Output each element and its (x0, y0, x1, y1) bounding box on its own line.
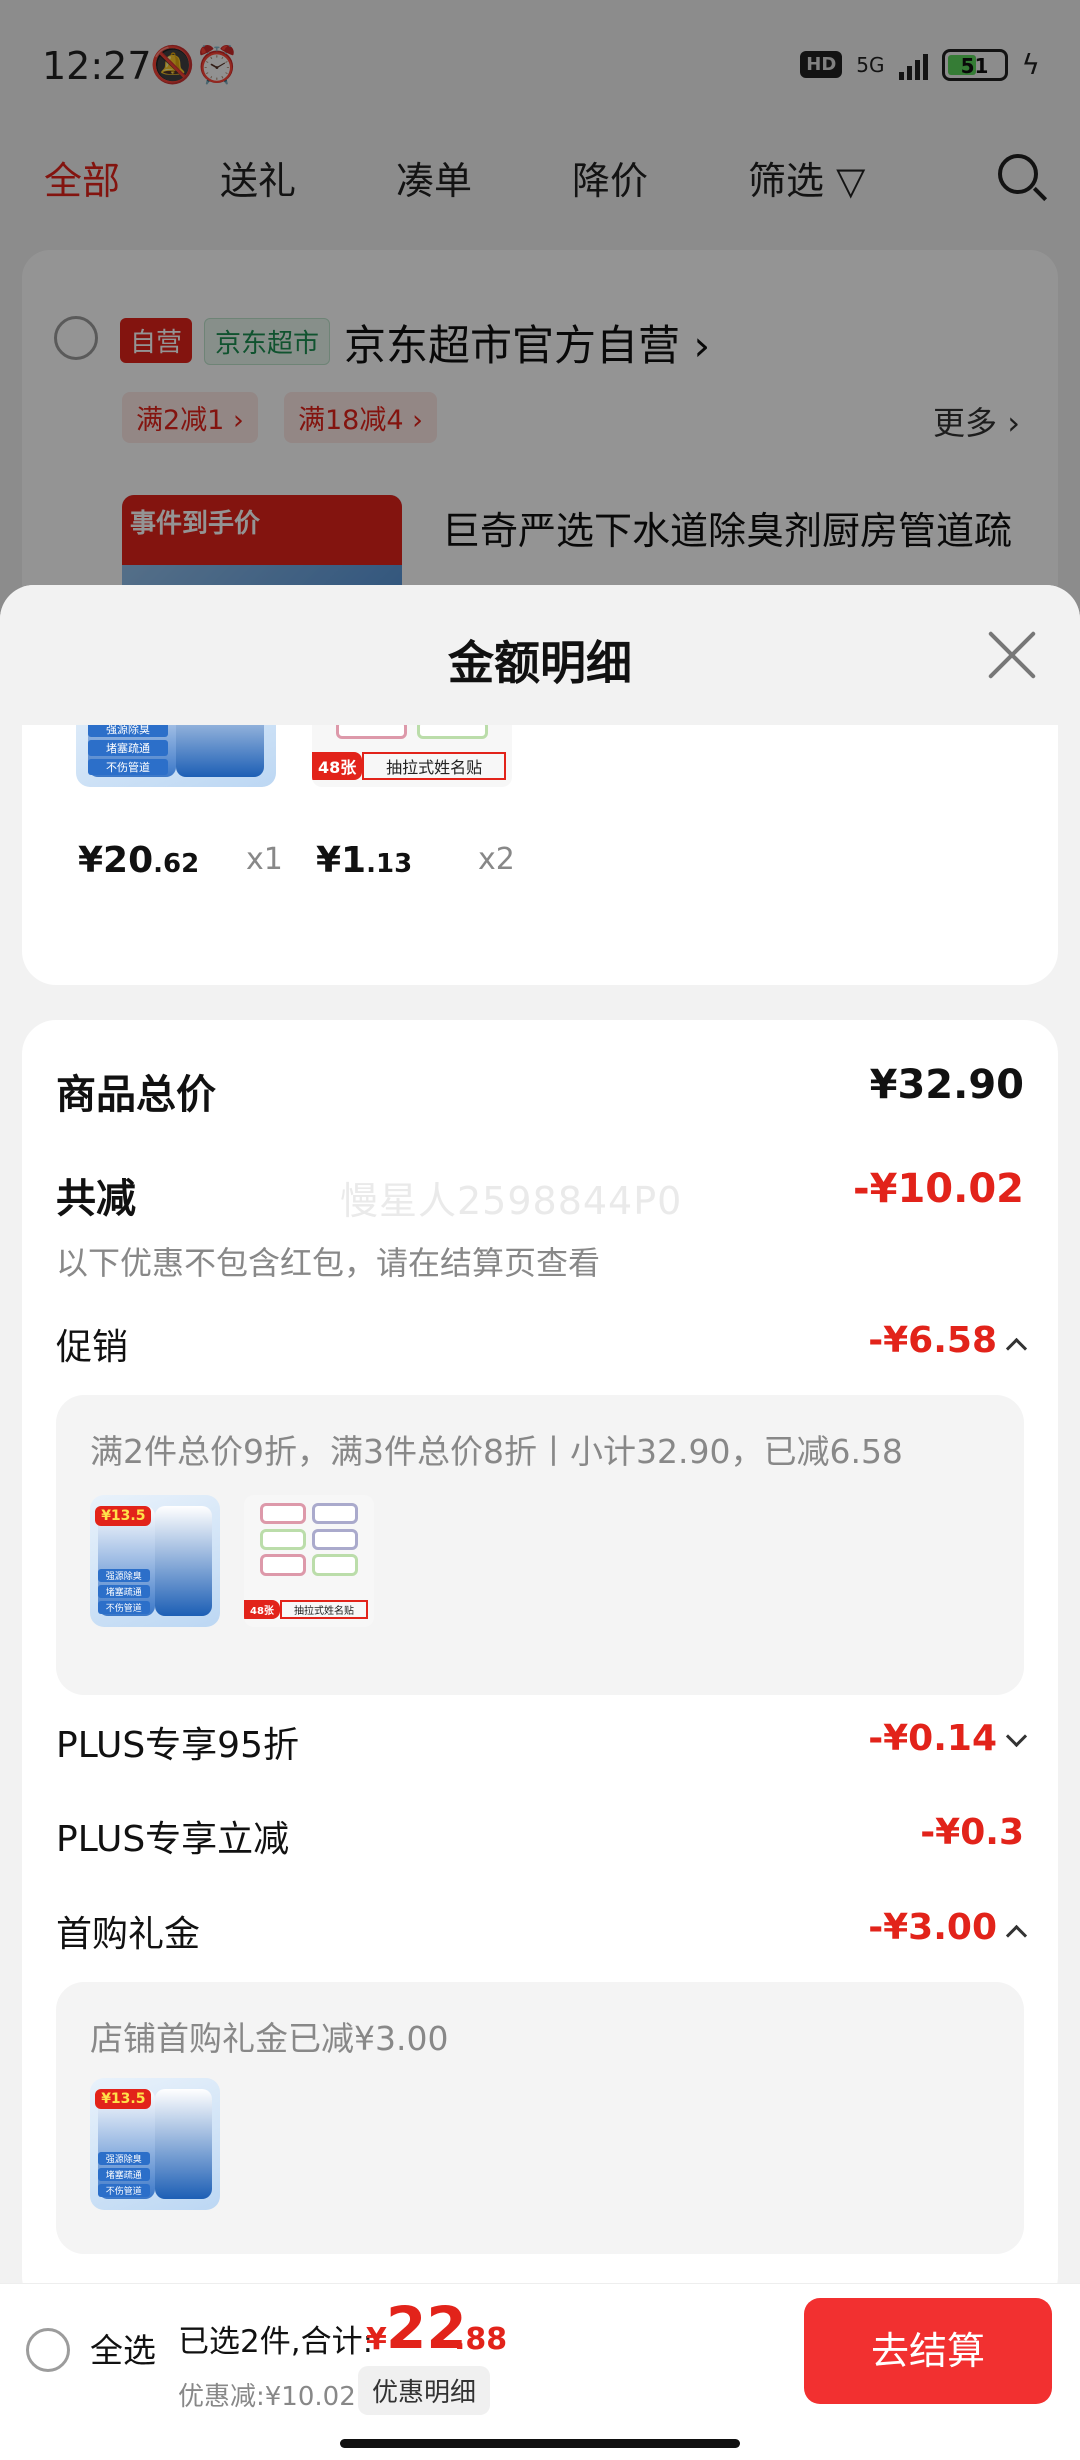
sheet-header: 金额明细 (0, 585, 1080, 725)
first-purchase-detail-box: 店铺首购礼金已减¥3.00 ¥13.5 强源除臭 堵塞疏通 不伤管道 (56, 1982, 1024, 2254)
first-purchase-value-toggle[interactable]: -¥3.00 (868, 1907, 1024, 1948)
home-indicator[interactable] (340, 2439, 740, 2448)
selected-summary-label: 已选2件,合计: (178, 2324, 374, 2360)
amount-detail-card: 慢星人2598844P0 商品总价 ¥32.90 共减 -¥10.02 以下优惠… (22, 1020, 1058, 2310)
plus95-value-toggle[interactable]: -¥0.14 (868, 1718, 1024, 1759)
total-reduce-label: 共减 (56, 1176, 136, 1222)
checkout-bar: 全选 已选2件,合计: ¥ 22 .88 优惠减:¥10.02 优惠明细 去结算 (0, 2283, 1080, 2460)
promo-detail-text: 满2件总价9折，满3件总价8折丨小计32.90，已减6.58 (90, 1432, 903, 1471)
discount-amount: 优惠减:¥10.02 (178, 2382, 356, 2412)
first-purchase-label: 首购礼金 (56, 1914, 201, 1955)
total-price-value: ¥32.90 (869, 1062, 1024, 1108)
promo-label: 促销 (56, 1327, 129, 1368)
item-qty-1: x1 (246, 842, 283, 877)
promo-item-image-name-labels: 48张 抽拉式姓名贴 (244, 1495, 374, 1627)
dim-overlay[interactable] (0, 0, 1080, 620)
total-price-label: 商品总价 (56, 1072, 216, 1118)
plus-reduce-label: PLUS专享立减 (56, 1819, 290, 1860)
first-purchase-detail-text: 店铺首购礼金已减¥3.00 (90, 2019, 449, 2058)
checkout-button[interactable]: 去结算 (804, 2298, 1052, 2404)
reduce-note: 以下优惠不包含红包，请在结算页查看 (56, 1244, 601, 1282)
select-all-checkbox[interactable] (26, 2328, 70, 2372)
plus-reduce-value: -¥0.3 (920, 1812, 1024, 1853)
promo-detail-box: 满2件总价9折，满3件总价8折丨小计32.90，已减6.58 ¥13.5 强源除… (56, 1395, 1024, 1695)
plus95-label: PLUS专享95折 (56, 1725, 299, 1766)
item-price-1: ¥20.62 (78, 840, 200, 881)
promo-item-image-drain-cleaner: ¥13.5 强源除臭 堵塞疏通 不伤管道 (90, 1495, 220, 1627)
total-reduce-value: -¥10.02 (853, 1166, 1024, 1212)
select-all-label[interactable]: 全选 (90, 2324, 156, 2372)
first-purchase-item-image: ¥13.5 强源除臭 堵塞疏通 不伤管道 (90, 2078, 220, 2210)
promo-value-toggle[interactable]: -¥6.58 (868, 1320, 1024, 1361)
item-qty-2: x2 (478, 842, 515, 877)
item-price-2: ¥1.13 (316, 840, 413, 881)
discount-detail-button[interactable]: 优惠明细 (358, 2366, 491, 2415)
watermark: 慢星人2598844P0 (340, 1179, 683, 1223)
amount-detail-sheet: ¥13.5 强源除臭堵塞疏通不伤管道 48张抽拉式姓名贴 ¥20.62 x1 ¥… (0, 585, 1080, 2460)
sheet-title: 金额明细 (448, 636, 632, 690)
close-icon[interactable] (986, 629, 1038, 681)
sum-decimal: .88 (454, 2322, 508, 2357)
sum-currency: ¥ (366, 2322, 387, 2357)
